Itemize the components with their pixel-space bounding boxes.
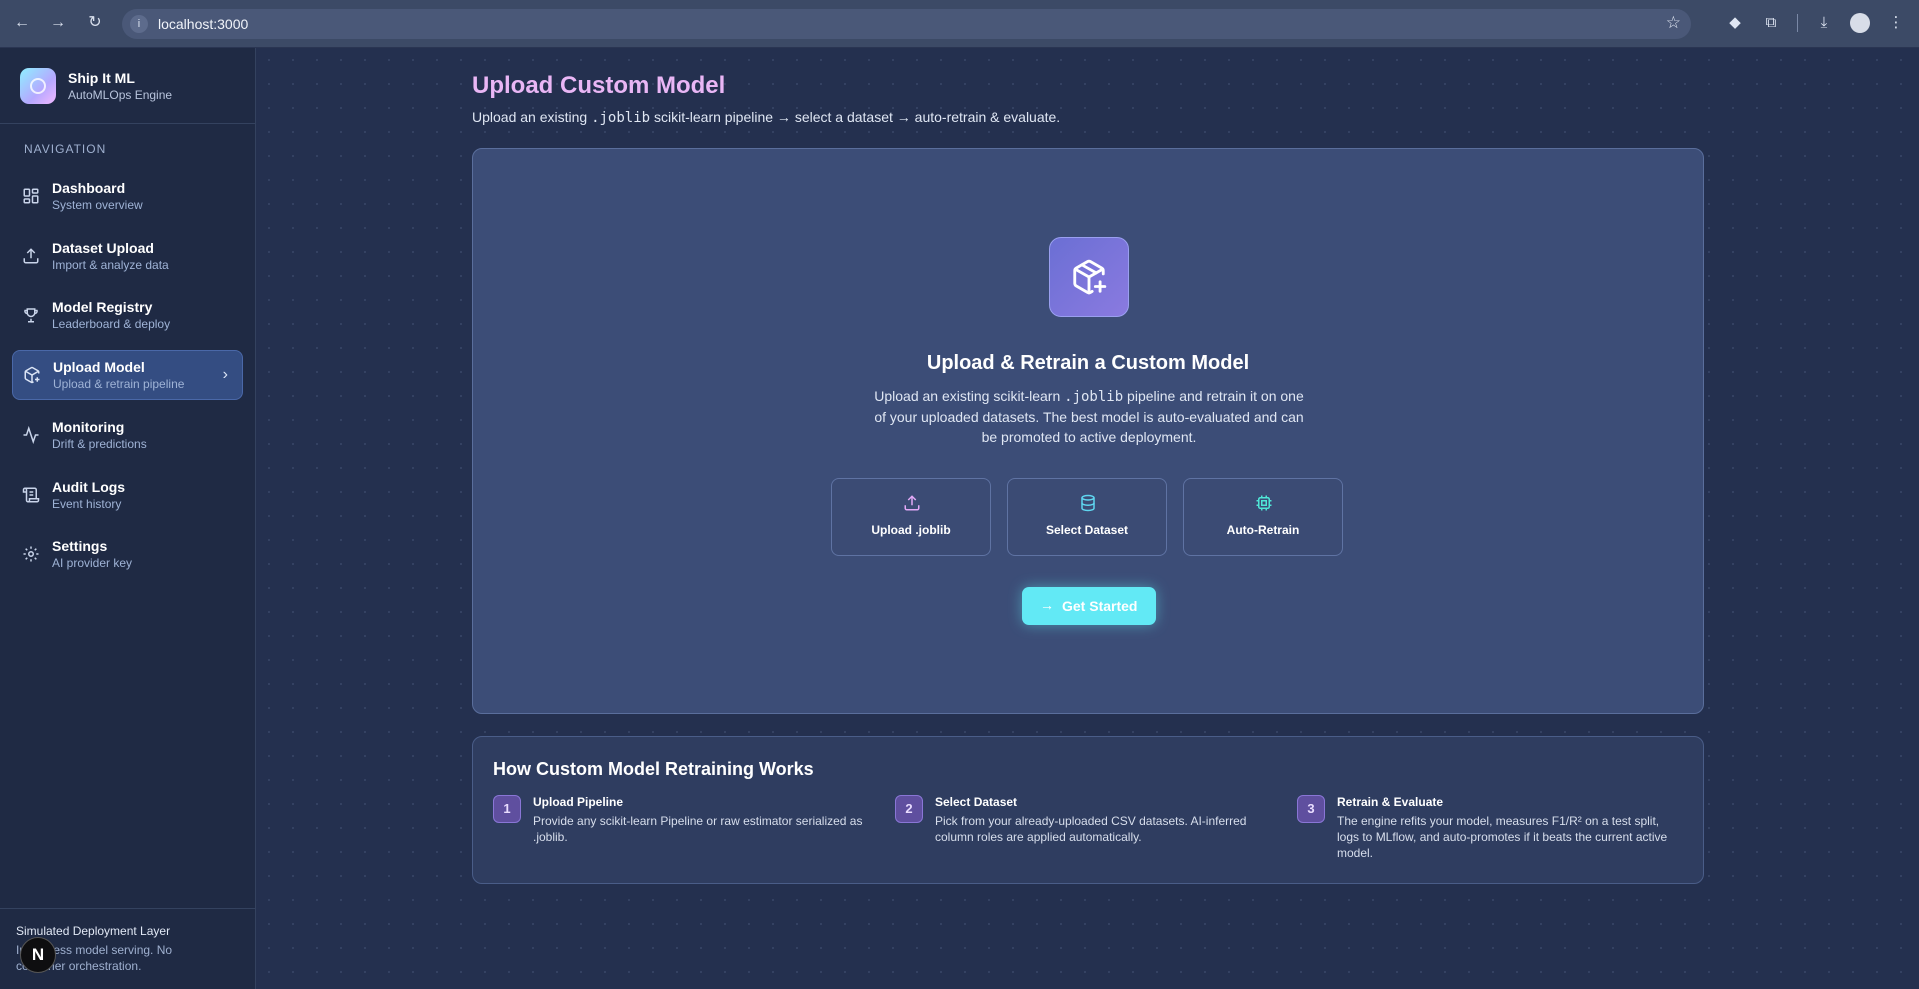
hero-title: Upload & Retrain a Custom Model [926,352,1250,374]
sidebar-item-dataset-upload[interactable]: Dataset Upload Import & analyze data [12,232,243,282]
scroll-icon [22,487,40,503]
profile-avatar[interactable] [1850,13,1870,33]
hero-desc-text: Upload an existing scikit-learn [874,388,1065,404]
sidebar: Ship It ML AutoMLOps Engine NAVIGATION D… [0,48,256,989]
url-text[interactable]: localhost:3000 [158,16,248,32]
sidebar-item-label: Model Registry [52,299,153,315]
forward-icon[interactable]: → [47,12,69,34]
sidebar-item-monitoring[interactable]: Monitoring Drift & predictions [12,411,243,461]
sidebar-item-desc: Import & analyze data [52,258,169,272]
cpu-icon [1256,495,1272,511]
get-started-label: Get Started [1062,598,1138,614]
sidebar-item-desc: System overview [52,198,143,212]
nav-heading: NAVIGATION [24,142,107,156]
trophy-icon [24,308,38,323]
hero-desc-code: .joblib [1064,389,1124,405]
sidebar-item-settings[interactable]: Settings AI provider key [12,530,243,580]
sidebar-item-desc: Event history [52,497,122,511]
sidebar-item-desc: Leaderboard & deploy [52,317,171,331]
tile-select-dataset: Select Dataset [1007,478,1167,556]
brand-logo-icon [20,68,56,104]
step-number-badge: 1 [493,795,521,823]
nextjs-dev-badge[interactable]: N [20,937,56,973]
brand-title: Ship It ML [68,70,135,86]
upload-icon [904,495,920,511]
sidebar-item-dashboard[interactable]: Dashboard System overview [12,172,243,222]
sidebar-item-desc: AI provider key [52,556,133,570]
upload-icon [23,248,39,264]
tile-label: Auto-Retrain [1226,523,1300,537]
step-title: Retrain & Evaluate [1337,795,1444,809]
menu-kebab-icon[interactable]: ⋮ [1886,13,1906,33]
sidebar-item-audit-logs[interactable]: Audit Logs Event history [12,471,243,521]
sidebar-item-label: Dashboard [52,180,126,196]
subtitle-code: .joblib [591,110,651,126]
site-info-icon[interactable]: i [130,15,148,33]
step-number-badge: 3 [1297,795,1325,823]
toolbar-divider [1797,14,1798,32]
package-plus-icon [24,366,40,384]
page-subtitle: Upload an existing .joblib scikit-learn … [472,109,1060,126]
sidebar-item-desc: Upload & retrain pipeline [53,377,185,391]
tile-auto-retrain: Auto-Retrain [1183,478,1343,556]
address-bar[interactable]: i localhost:3000 ☆ [122,9,1691,39]
tile-label: Upload .joblib [871,523,951,537]
page-title: Upload Custom Model [472,72,726,99]
sidebar-item-label: Audit Logs [52,479,126,495]
sidebar-item-model-registry[interactable]: Model Registry Leaderboard & deploy [12,291,243,341]
divider [0,123,256,124]
extensions-puzzle-icon[interactable]: ⧉ [1761,13,1781,33]
package-plus-icon [1049,237,1129,317]
divider [0,908,256,909]
how-it-works-title: How Custom Model Retraining Works [493,759,814,779]
dashboard-icon [23,188,39,204]
activity-icon [23,426,39,444]
hero-description: Upload an existing scikit-learn .joblib … [869,386,1309,447]
sidebar-item-label: Monitoring [52,419,125,435]
brand-subtitle: AutoMLOps Engine [68,88,173,102]
sidebar-item-label: Upload Model [53,359,145,375]
download-icon[interactable]: ⤓ [1814,13,1834,33]
arrow-right-icon: → [1040,597,1054,613]
get-started-button[interactable]: → Get Started [1022,587,1156,625]
upload-card: Upload & Retrain a Custom Model Upload a… [472,148,1704,714]
tile-label: Select Dataset [1045,523,1129,537]
bookmark-star-icon[interactable]: ☆ [1666,13,1681,33]
how-it-works-card: How Custom Model Retraining Works 1 Uplo… [472,736,1704,884]
gear-icon [23,546,39,562]
deployment-layer-title: Simulated Deployment Layer [16,924,171,938]
database-icon [1081,494,1095,512]
extension-fox-icon[interactable]: ◆ [1725,13,1745,33]
step-number-badge: 2 [895,795,923,823]
subtitle-text: scikit-learn pipeline → select a dataset… [650,109,1061,125]
tile-upload-joblib: Upload .joblib [831,478,991,556]
step-title: Select Dataset [935,795,1018,809]
subtitle-text: Upload an existing [472,109,592,125]
sidebar-item-desc: Drift & predictions [52,437,147,451]
sidebar-item-label: Dataset Upload [52,240,154,256]
step-title: Upload Pipeline [533,795,624,809]
step-description: The engine refits your model, measures F… [1337,814,1668,860]
step-description: Provide any scikit-learn Pipeline or raw… [533,814,863,844]
main-content: Upload Custom Model Upload an existing .… [257,48,1919,989]
reload-icon[interactable]: ↻ [84,12,106,34]
sidebar-item-upload-model[interactable]: Upload Model Upload & retrain pipeline › [12,350,243,400]
browser-toolbar: ← → ↻ i localhost:3000 ☆ ◆ ⧉ ⤓ ⋮ [0,0,1919,48]
back-icon[interactable]: ← [11,12,33,34]
step-description: Pick from your already-uploaded CSV data… [935,814,1247,844]
sidebar-item-label: Settings [52,538,108,554]
chevron-right-icon: › [222,366,228,383]
